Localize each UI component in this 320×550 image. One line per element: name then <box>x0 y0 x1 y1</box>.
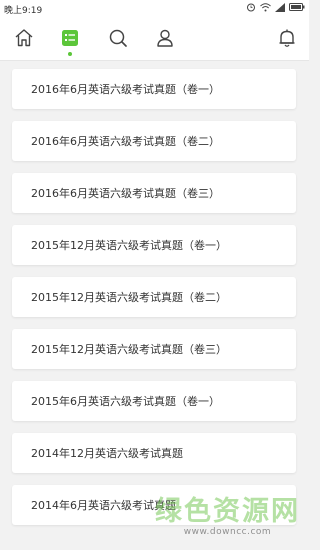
list-item-label: 2015年12月英语六级考试真题（卷一） <box>31 239 227 252</box>
search-icon[interactable] <box>107 27 129 49</box>
list-item-label: 2014年12月英语六级考试真题 <box>31 447 183 460</box>
watermark-url: www.downcc.com <box>183 527 272 537</box>
watermark-main: 绿色资源网 <box>155 496 300 527</box>
watermark: 绿色资源网 www.downcc.com <box>155 496 300 538</box>
signal-icon <box>275 2 285 15</box>
user-icon[interactable] <box>154 27 176 49</box>
list-item[interactable]: 2016年6月英语六级考试真题（卷二） <box>12 121 296 161</box>
home-icon[interactable] <box>13 27 35 49</box>
status-time: 晚上9:19 <box>4 6 43 16</box>
list-item-label: 2016年6月英语六级考试真题（卷一） <box>31 83 220 96</box>
list-item[interactable]: 2014年12月英语六级考试真题 <box>12 433 296 473</box>
wifi-icon <box>260 2 271 15</box>
list-item[interactable]: 2016年6月英语六级考试真题（卷三） <box>12 173 296 213</box>
top-nav-bar <box>0 16 309 61</box>
active-tab-indicator <box>68 52 72 56</box>
list-item[interactable]: 2016年6月英语六级考试真题（卷一） <box>12 69 296 109</box>
status-bar: 晚上9:19 <box>0 0 309 16</box>
list-item-label: 2016年6月英语六级考试真题（卷二） <box>31 135 220 148</box>
list-item-label: 2015年12月英语六级考试真题（卷三） <box>31 343 227 356</box>
list-item[interactable]: 2015年12月英语六级考试真题（卷三） <box>12 329 296 369</box>
list-item[interactable]: 2015年12月英语六级考试真题（卷二） <box>12 277 296 317</box>
battery-icon <box>289 3 305 14</box>
list-item-label: 2015年6月英语六级考试真题（卷一） <box>31 395 220 408</box>
status-icons <box>246 2 305 15</box>
list-item[interactable]: 2015年6月英语六级考试真题（卷一） <box>12 381 296 421</box>
alarm-icon <box>246 2 256 15</box>
list-item-label: 2016年6月英语六级考试真题（卷三） <box>31 187 220 200</box>
list-item[interactable]: 2015年12月英语六级考试真题（卷一） <box>12 225 296 265</box>
bell-icon[interactable] <box>276 27 298 49</box>
list-icon[interactable] <box>59 27 81 49</box>
list-item-label: 2015年12月英语六级考试真题（卷二） <box>31 291 227 304</box>
